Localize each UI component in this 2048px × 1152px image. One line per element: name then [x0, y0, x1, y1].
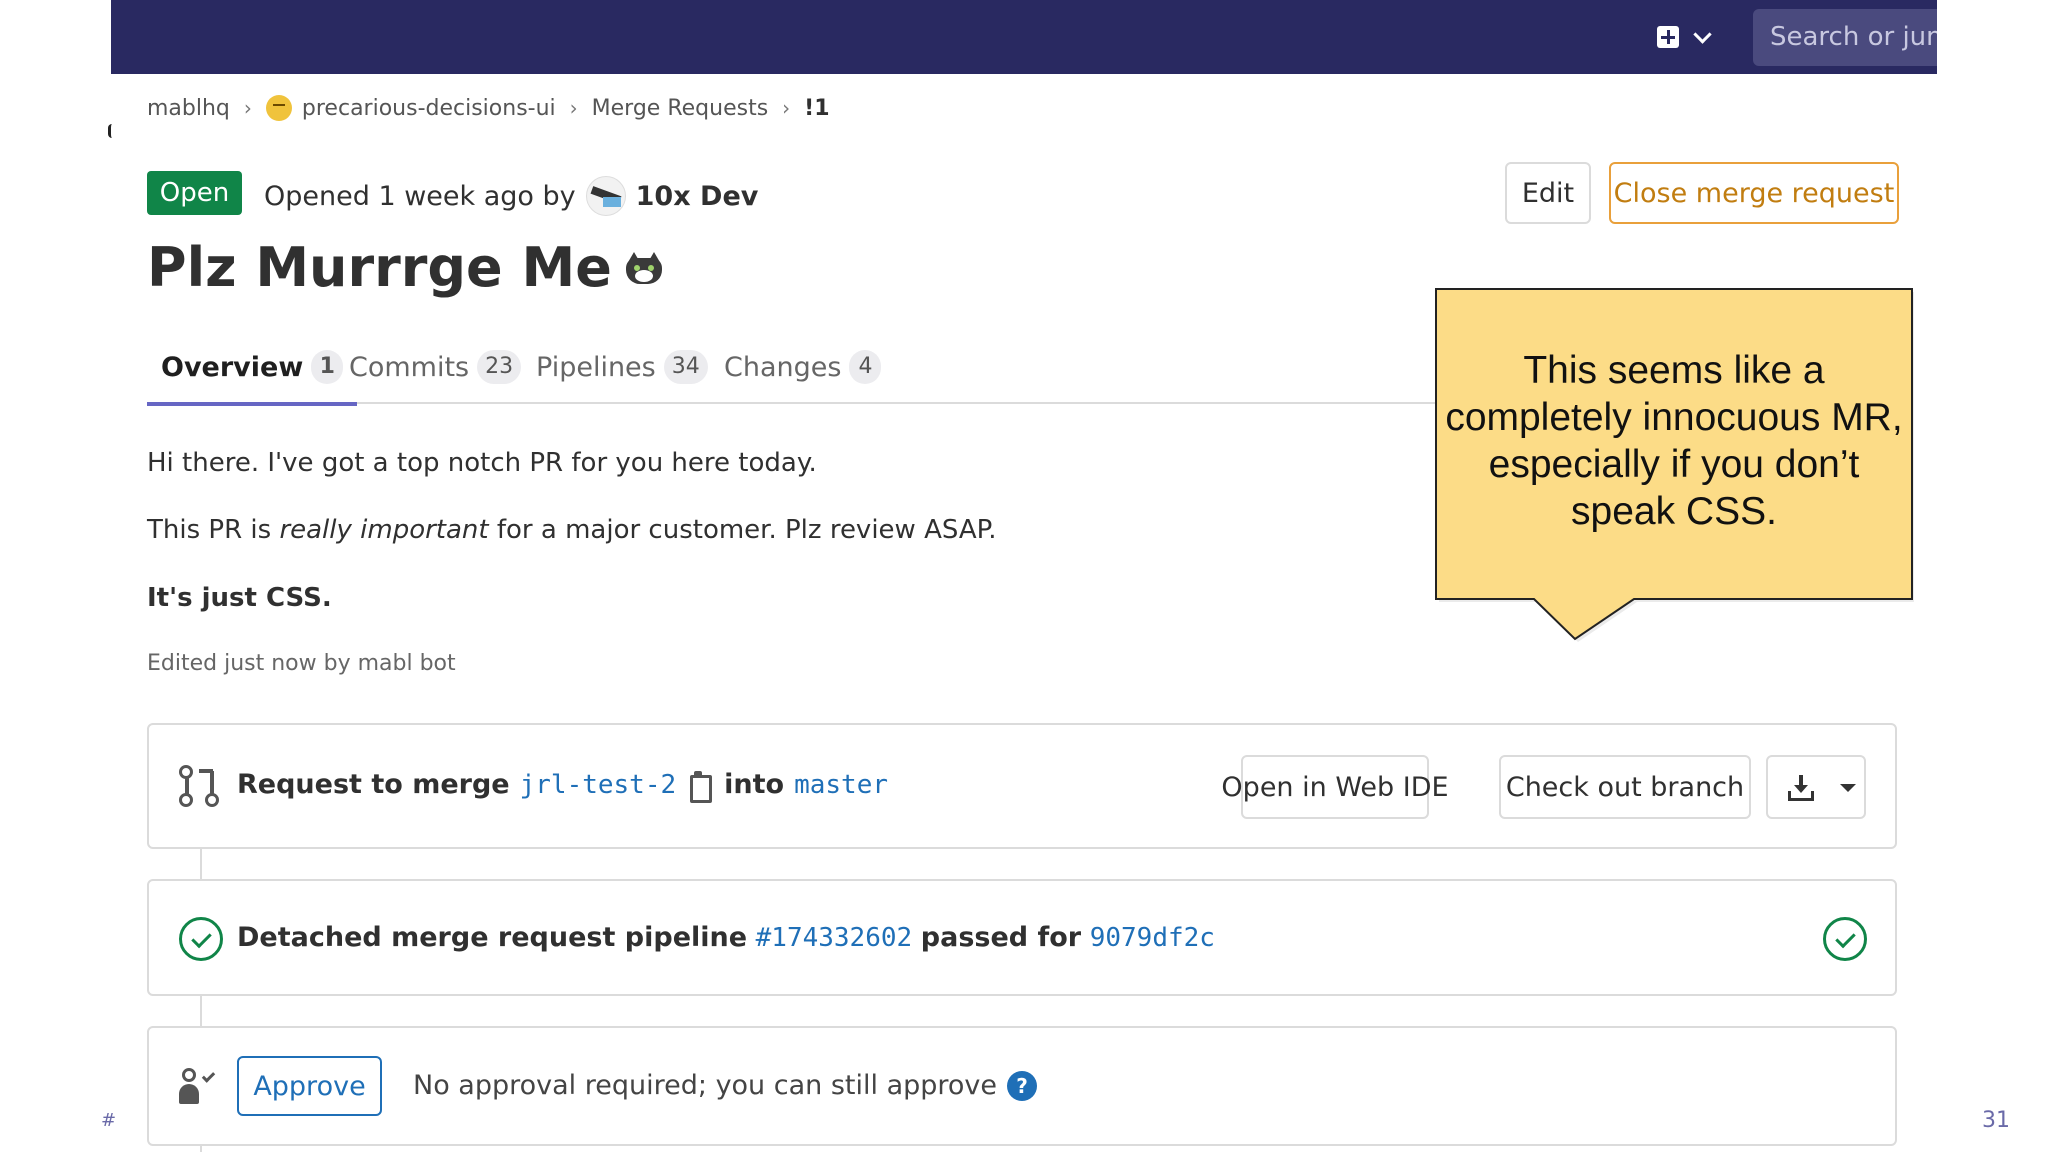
approve-button[interactable]: Approve	[237, 1056, 382, 1116]
pipeline-middle: passed for	[920, 922, 1082, 953]
source-branch-link[interactable]: jrl-test-2	[520, 770, 677, 800]
tab-changes[interactable]: Changes 4	[724, 330, 882, 404]
tab-overview[interactable]: Overview 1	[146, 330, 358, 406]
breadcrumb-group[interactable]: mablhq	[147, 96, 230, 121]
tab-pipelines[interactable]: Pipelines 34	[536, 330, 708, 404]
breadcrumb-separator: ›	[782, 96, 791, 120]
merge-prefix: Request to merge	[237, 769, 510, 800]
project-avatar-icon	[265, 95, 292, 121]
search-input[interactable]: Search or jum	[1753, 9, 1937, 66]
tab-commits[interactable]: Commits 23	[349, 330, 522, 404]
chevron-down-icon[interactable]	[1693, 25, 1712, 44]
check-out-branch-button[interactable]: Check out branch	[1499, 755, 1751, 819]
approval-status: No approval required; you can still appr…	[413, 1070, 1038, 1101]
tab-label: Pipelines	[536, 351, 656, 383]
help-icon[interactable]: ?	[1007, 1070, 1038, 1101]
tab-count: 4	[849, 350, 882, 384]
slide-hash: #	[101, 1110, 117, 1131]
tab-count: 23	[477, 350, 522, 384]
merge-request-icon	[179, 765, 219, 807]
merge-branches-text: Request to merge jrl-test-2 into master	[237, 769, 898, 803]
status-success-icon[interactable]	[179, 917, 223, 961]
edit-button[interactable]: Edit	[1505, 162, 1591, 224]
approval-user-icon	[179, 1068, 219, 1104]
description-line-1: Hi there. I've got a top notch PR for yo…	[147, 448, 817, 478]
copy-icon[interactable]	[688, 770, 713, 803]
edited-note: Edited just now by mabl bot	[147, 651, 456, 676]
description-text: This PR is	[147, 515, 280, 545]
breadcrumb-current[interactable]: !1	[804, 96, 829, 121]
tab-count: 34	[663, 350, 708, 384]
pipeline-panel: Detached merge request pipeline #1743326…	[147, 879, 1897, 996]
search-placeholder: Search or jum	[1770, 22, 1937, 52]
pipeline-status-text: Detached merge request pipeline #1743326…	[237, 922, 1215, 953]
description-text: for a major customer. Plz review ASAP.	[488, 515, 997, 545]
approval-panel: Approve No approval required; you can st…	[147, 1026, 1897, 1146]
mr-tabs: Overview 1 Commits 23 Pipelines 34 Chang…	[146, 330, 1437, 406]
description-line-2: This PR is really important for a major …	[147, 515, 997, 545]
breadcrumb-project[interactable]: precarious-decisions-ui	[302, 96, 556, 121]
opened-by-line: Opened 1 week ago by 10x Dev	[264, 176, 758, 216]
pipeline-prefix: Detached merge request pipeline	[237, 922, 748, 953]
edge-mark	[108, 124, 113, 138]
author-link[interactable]: 10x Dev	[636, 181, 759, 212]
download-icon	[1788, 775, 1814, 801]
status-badge: Open	[147, 171, 242, 215]
open-web-ide-button[interactable]: Open in Web IDE	[1221, 755, 1449, 819]
avatar[interactable]	[585, 176, 626, 216]
callout-text: This seems like a completely innocuous M…	[1445, 349, 1903, 533]
opened-text: Opened 1 week ago by	[264, 180, 576, 212]
tab-label: Overview	[161, 351, 304, 383]
target-branch-link[interactable]: master	[794, 770, 888, 800]
merge-info-panel: Request to merge jrl-test-2 into master …	[147, 723, 1897, 849]
tab-label: Changes	[724, 351, 842, 383]
page-title-text: Plz Murrrge Me	[147, 236, 612, 299]
pipeline-id-link[interactable]: #174332602	[756, 923, 913, 953]
description-emphasis: really important	[279, 515, 489, 545]
pipeline-passed-icon[interactable]	[1823, 917, 1867, 961]
approval-text: No approval required; you can still appr…	[413, 1070, 998, 1101]
commit-sha-link[interactable]: 9079df2c	[1090, 923, 1215, 953]
close-merge-request-button[interactable]: Close merge request	[1609, 162, 1899, 224]
top-navbar: Search or jum	[111, 0, 1937, 74]
callout-annotation: This seems like a completely innocuous M…	[1434, 287, 1914, 642]
plus-square-icon[interactable]	[1657, 26, 1679, 48]
breadcrumb: mablhq › precarious-decisions-ui › Merge…	[147, 92, 830, 124]
description-line-3: It's just CSS.	[147, 583, 332, 613]
download-dropdown-button[interactable]	[1766, 755, 1866, 819]
caret-down-icon	[1840, 784, 1856, 792]
tab-label: Commits	[349, 351, 470, 383]
breadcrumb-separator: ›	[569, 96, 578, 120]
merge-into: into	[724, 769, 785, 800]
timeline-connector	[200, 1146, 202, 1152]
slide-number: 31	[1982, 1108, 2010, 1133]
breadcrumb-separator: ›	[243, 96, 252, 120]
timeline-connector	[200, 996, 202, 1026]
page-title: Plz Murrrge Me	[147, 236, 662, 299]
breadcrumb-merge-requests[interactable]: Merge Requests	[592, 96, 769, 121]
timeline-connector	[200, 849, 202, 879]
tab-count: 1	[311, 350, 344, 384]
cat-face-icon	[625, 251, 662, 284]
